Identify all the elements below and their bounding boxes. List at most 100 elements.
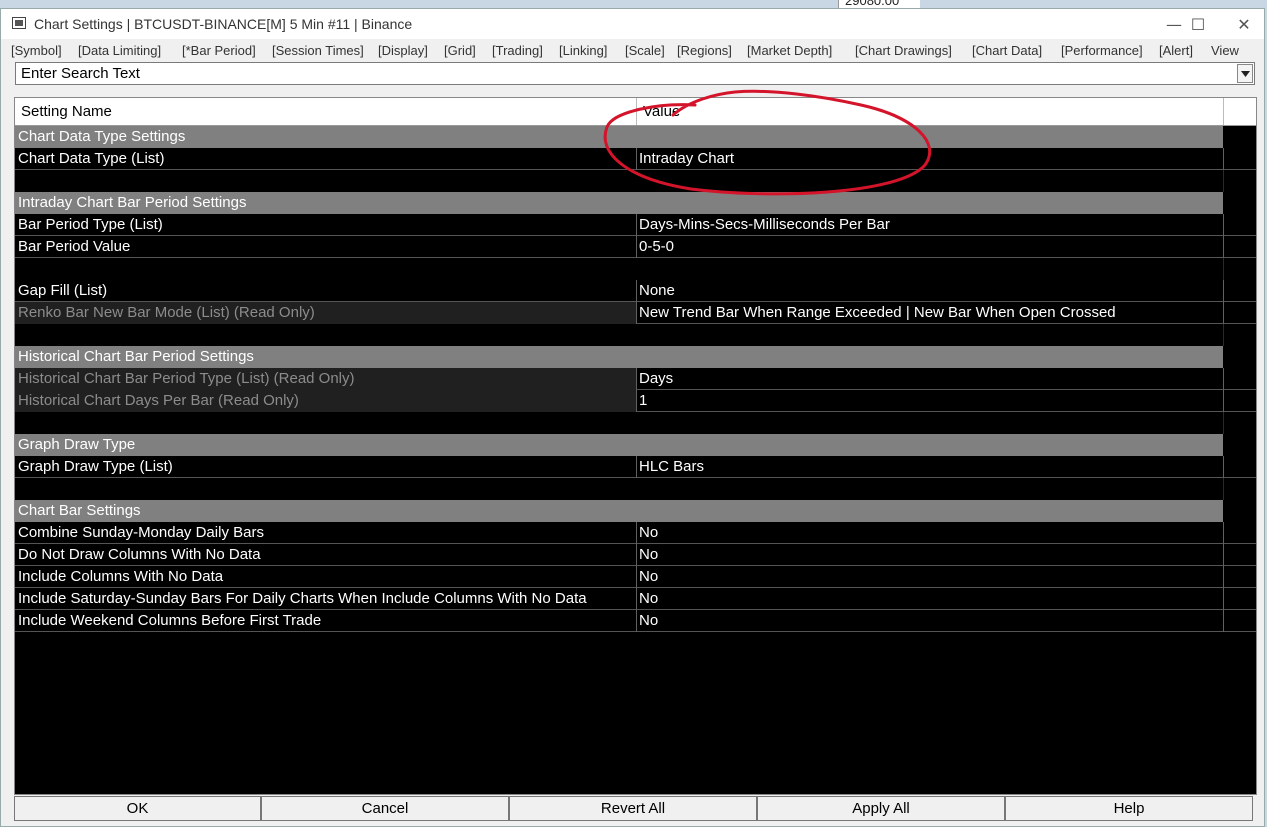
settings-grid: Setting Name Value Chart Data Type Setti… [14,97,1257,795]
setting-name: Historical Chart Bar Period Type (List) … [15,368,637,390]
tab-grid[interactable]: [Grid] [444,43,476,58]
spacer-row [15,412,1256,434]
extra-column-cell [1223,478,1256,500]
column-header-value[interactable]: Value [637,98,1224,125]
apply-all-button[interactable]: Apply All [757,796,1005,821]
setting-row[interactable]: Do Not Draw Columns With No Data No [15,544,1256,566]
grid-header: Setting Name Value [15,98,1256,126]
section-header-row: Intraday Chart Bar Period Settings [15,192,1256,214]
extra-column-cell [1223,280,1256,302]
setting-name: Historical Chart Days Per Bar (Read Only… [15,390,637,412]
setting-name: Include Weekend Columns Before First Tra… [15,610,637,632]
setting-name: Include Columns With No Data [15,566,637,588]
app-icon [12,17,26,29]
tab-scale[interactable]: [Scale] [625,43,665,58]
setting-name: Combine Sunday-Monday Daily Bars [15,522,637,544]
title-bar[interactable]: Chart Settings | BTCUSDT-BINANCE[M] 5 Mi… [1,9,1264,39]
tab-linking[interactable]: [Linking] [559,43,607,58]
cancel-button[interactable]: Cancel [261,796,509,821]
setting-value[interactable]: No [637,588,1223,610]
setting-row[interactable]: Bar Period Type (List) Days-Mins-Secs-Mil… [15,214,1256,236]
extra-column-cell [1223,434,1256,456]
spacer-row [15,324,1256,346]
extra-column-cell [1223,610,1256,632]
extra-column-cell [1223,500,1256,522]
setting-row[interactable]: Combine Sunday-Monday Daily Bars No [15,522,1256,544]
close-icon[interactable]: ✕ [1221,9,1267,39]
extra-column-cell [1223,148,1256,170]
tab-chart-data[interactable]: [Chart Data] [972,43,1042,58]
setting-value[interactable]: 0-5-0 [637,236,1223,258]
setting-value[interactable]: Days [637,368,1223,390]
window-title: Chart Settings | BTCUSDT-BINANCE[M] 5 Mi… [34,16,413,32]
extra-column-cell [1223,324,1256,346]
setting-name: Bar Period Value [15,236,637,258]
tab-view[interactable]: View [1211,43,1239,58]
setting-row[interactable]: Chart Data Type (List) Intraday Chart [15,148,1256,170]
column-header-extra [1224,98,1256,125]
setting-row[interactable]: Include Saturday-Sunday Bars For Daily C… [15,588,1256,610]
extra-column-cell [1223,566,1256,588]
tab-symbol[interactable]: [Symbol] [11,43,62,58]
setting-row[interactable]: Include Weekend Columns Before First Tra… [15,610,1256,632]
setting-value[interactable]: No [637,522,1223,544]
settings-tab-menu: [Symbol] [Data Limiting] [*Bar Period] [… [1,40,1264,62]
tab-alert[interactable]: [Alert] [1159,43,1193,58]
dialog-buttons: OK Cancel Revert All Apply All Help [14,796,1257,821]
section-header-row: Graph Draw Type [15,434,1256,456]
setting-row[interactable]: Gap Fill (List) None [15,280,1256,302]
setting-name: Renko Bar New Bar Mode (List) (Read Only… [15,302,637,324]
setting-row[interactable]: Bar Period Value 0-5-0 [15,236,1256,258]
column-header-setting-name[interactable]: Setting Name [15,98,637,125]
tab-performance[interactable]: [Performance] [1061,43,1143,58]
setting-value[interactable]: New Trend Bar When Range Exceeded | New … [637,302,1223,324]
background-window-strip: 29080.00 [838,0,920,8]
setting-name: Include Saturday-Sunday Bars For Daily C… [15,588,637,610]
extra-column-cell [1223,258,1256,280]
setting-name: Gap Fill (List) [15,280,637,302]
tab-session-times[interactable]: [Session Times] [272,43,364,58]
tab-bar-period[interactable]: [*Bar Period] [182,43,256,58]
chevron-down-icon [1240,70,1250,77]
setting-value[interactable]: No [637,610,1223,632]
revert-all-button[interactable]: Revert All [509,796,757,821]
setting-row[interactable]: Include Columns With No Data No [15,566,1256,588]
tab-display[interactable]: [Display] [378,43,428,58]
extra-column-cell [1223,390,1256,412]
extra-column-cell [1223,368,1256,390]
extra-column-cell [1223,522,1256,544]
search-dropdown-button[interactable] [1237,64,1253,83]
setting-name: Graph Draw Type (List) [15,456,637,478]
extra-column-cell [1223,236,1256,258]
tab-trading[interactable]: [Trading] [492,43,543,58]
search-input[interactable] [16,63,1238,84]
setting-row[interactable]: Historical Chart Days Per Bar (Read Only… [15,390,1256,412]
tab-data-limiting[interactable]: [Data Limiting] [78,43,161,58]
extra-column-cell [1223,170,1256,192]
setting-name: Do Not Draw Columns With No Data [15,544,637,566]
tab-market-depth[interactable]: [Market Depth] [747,43,832,58]
setting-value[interactable]: Days-Mins-Secs-Milliseconds Per Bar [637,214,1223,236]
section-title: Graph Draw Type [18,436,136,453]
setting-row[interactable]: Graph Draw Type (List) HLC Bars [15,456,1256,478]
background-price-text: 29080.00 [845,0,900,8]
setting-value[interactable]: Intraday Chart [637,148,1223,170]
tab-regions[interactable]: [Regions] [677,43,732,58]
help-button[interactable]: Help [1005,796,1253,821]
setting-value[interactable]: HLC Bars [637,456,1223,478]
setting-name: Bar Period Type (List) [15,214,637,236]
setting-value[interactable]: None [637,280,1223,302]
chart-settings-window: Chart Settings | BTCUSDT-BINANCE[M] 5 Mi… [0,8,1265,827]
extra-column-cell [1223,214,1256,236]
maximize-icon[interactable]: ☐ [1175,9,1221,39]
spacer-row [15,478,1256,500]
section-title: Intraday Chart Bar Period Settings [18,194,247,211]
setting-value[interactable]: 1 [637,390,1223,412]
setting-row[interactable]: Renko Bar New Bar Mode (List) (Read Only… [15,302,1256,324]
tab-chart-drawings[interactable]: [Chart Drawings] [855,43,952,58]
section-header-row: Chart Data Type Settings [15,126,1256,148]
setting-value[interactable]: No [637,544,1223,566]
ok-button[interactable]: OK [14,796,261,821]
setting-value[interactable]: No [637,566,1223,588]
setting-row[interactable]: Historical Chart Bar Period Type (List) … [15,368,1256,390]
